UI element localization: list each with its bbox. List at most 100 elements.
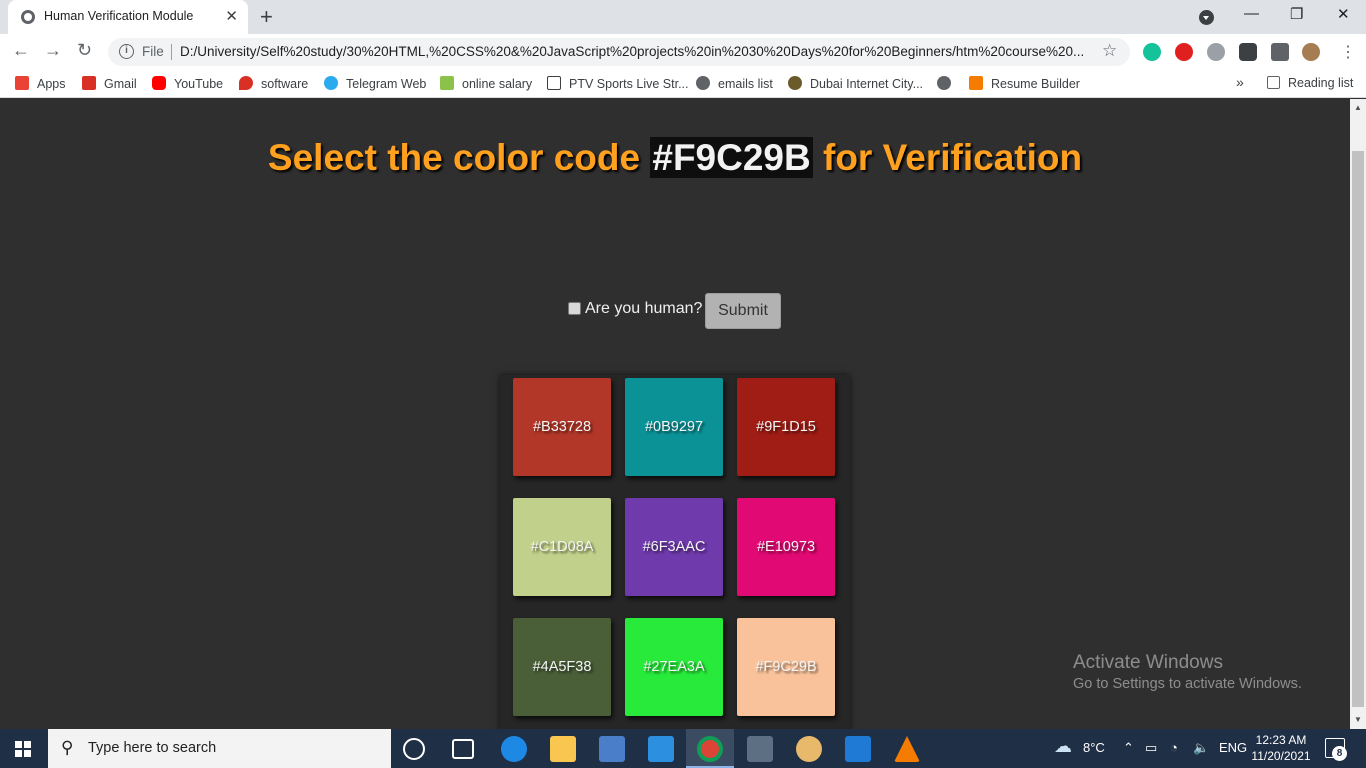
- bookmark-star-icon[interactable]: ☆: [1102, 41, 1117, 61]
- scroll-thumb[interactable]: [1352, 151, 1364, 707]
- url-scheme: File: [142, 44, 164, 59]
- checkbox-label: Are you human?: [585, 300, 703, 317]
- store-icon[interactable]: [599, 736, 625, 762]
- swatch-code: #F9C29B: [755, 659, 817, 675]
- search-placeholder: Type here to search: [88, 740, 217, 756]
- browser-toolbar: ← → ↻ i File D:/University/Self%20study/…: [0, 34, 1366, 70]
- weather-temperature[interactable]: 8°C: [1083, 740, 1105, 755]
- color-swatch[interactable]: #4A5F38: [513, 618, 611, 716]
- profile-avatar[interactable]: [1302, 43, 1320, 61]
- bookmark-software[interactable]: software: [239, 76, 308, 91]
- windows-start-icon[interactable]: [15, 741, 31, 757]
- restore-button[interactable]: ❐: [1290, 5, 1303, 23]
- search-icon: ⚲: [61, 738, 74, 757]
- salary-icon: [440, 76, 454, 90]
- grammarly-icon[interactable]: [1143, 43, 1161, 61]
- minimize-button[interactable]: —: [1244, 5, 1259, 22]
- extensions-puzzle-icon[interactable]: [1271, 43, 1289, 61]
- info-icon[interactable]: i: [119, 44, 134, 59]
- bookmark-youtube[interactable]: YouTube: [152, 76, 223, 91]
- page-heading: Select the color code #F9C29B for Verifi…: [0, 133, 1350, 182]
- activate-windows-watermark: Activate Windows Go to Settings to activ…: [1073, 652, 1302, 692]
- watermark-subtitle: Go to Settings to activate Windows.: [1073, 676, 1302, 692]
- bookmark-emails-list[interactable]: emails list: [696, 76, 773, 91]
- cortana-icon[interactable]: [403, 738, 425, 760]
- bookmark-resume-builder[interactable]: Resume Builder: [969, 76, 1080, 91]
- tab-close-icon[interactable]: ✕: [225, 7, 238, 25]
- apps-grid-icon: [15, 76, 29, 90]
- bookmark-ptv-sports[interactable]: PTV Sports Live Str...: [547, 76, 689, 91]
- file-explorer-icon[interactable]: [550, 736, 576, 762]
- bookmark-online-salary[interactable]: online salary: [440, 76, 532, 91]
- language-indicator[interactable]: ENG: [1219, 740, 1247, 755]
- color-swatch[interactable]: #0B9297: [625, 378, 723, 476]
- back-arrow-icon[interactable]: ←: [12, 40, 30, 61]
- submit-button[interactable]: Submit: [705, 293, 781, 329]
- bookmark-dubai-internet-city[interactable]: Dubai Internet City...: [788, 76, 923, 91]
- adblock-icon[interactable]: [1175, 43, 1193, 61]
- color-swatch[interactable]: #C1D08A: [513, 498, 611, 596]
- color-swatch[interactable]: #E10973: [737, 498, 835, 596]
- heading-suffix: for Verification: [812, 137, 1083, 178]
- page-scrollbar[interactable]: ▲ ▼: [1350, 99, 1366, 729]
- bookmark-globe[interactable]: [937, 76, 959, 91]
- swatch-code: #C1D08A: [530, 539, 594, 555]
- battery-icon[interactable]: ▭: [1145, 740, 1157, 756]
- swatch-code: #27EA3A: [643, 659, 705, 675]
- color-swatch[interactable]: #F9C29B: [737, 618, 835, 716]
- task-view-icon[interactable]: [452, 739, 474, 759]
- reading-list-icon: [1267, 76, 1280, 89]
- swatch-code: #B33728: [532, 419, 592, 435]
- color-swatch[interactable]: #6F3AAC: [625, 498, 723, 596]
- calculator-icon[interactable]: [747, 736, 773, 762]
- address-bar[interactable]: i File D:/University/Self%20study/30%20H…: [108, 38, 1130, 66]
- reload-icon[interactable]: ↻: [77, 40, 92, 61]
- show-hidden-icons-chevron-icon[interactable]: ⌃: [1123, 740, 1134, 756]
- forward-arrow-icon[interactable]: →: [44, 40, 62, 61]
- heading-prefix: Select the color code: [267, 137, 651, 178]
- vpn-globe-icon[interactable]: [1207, 43, 1225, 61]
- weather-cloud-icon[interactable]: ☁: [1054, 736, 1072, 757]
- globe-icon: [21, 10, 35, 24]
- menu-dots-icon[interactable]: ⋮: [1340, 42, 1356, 62]
- tv-icon: [547, 76, 561, 90]
- bookmarks-overflow-button[interactable]: »: [1236, 74, 1244, 90]
- chrome-icon: [697, 736, 723, 762]
- close-window-button[interactable]: ✕: [1337, 5, 1350, 23]
- chrome-taskbar-button[interactable]: [686, 729, 734, 768]
- scroll-down-arrow-icon[interactable]: ▼: [1354, 715, 1362, 724]
- scroll-up-arrow-icon[interactable]: ▲: [1354, 103, 1362, 112]
- tab-search-icon[interactable]: [1199, 10, 1214, 25]
- screen-record-icon[interactable]: [1239, 43, 1257, 61]
- url-text[interactable]: D:/University/Self%20study/30%20HTML,%20…: [180, 44, 1090, 59]
- bookmark-gmail[interactable]: Gmail: [82, 76, 137, 91]
- clock[interactable]: 12:23 AM 11/20/2021: [1250, 732, 1312, 764]
- swatch-code: #4A5F38: [532, 659, 592, 675]
- tab-title: Human Verification Module: [44, 9, 194, 23]
- color-swatch[interactable]: #B33728: [513, 378, 611, 476]
- browser-tab[interactable]: Human Verification Module ✕: [8, 0, 248, 34]
- flame-icon: [239, 76, 253, 90]
- reading-list-button[interactable]: Reading list: [1267, 76, 1353, 90]
- bookmark-telegram[interactable]: Telegram Web: [324, 76, 426, 91]
- new-tab-button[interactable]: +: [260, 4, 273, 30]
- color-swatch[interactable]: #9F1D15: [737, 378, 835, 476]
- mail-icon[interactable]: [648, 736, 674, 762]
- swatch-code: #9F1D15: [756, 419, 816, 435]
- human-checkbox[interactable]: [568, 302, 581, 315]
- wifi-icon[interactable]: ◔: [1170, 740, 1178, 755]
- edge-icon[interactable]: [501, 736, 527, 762]
- volume-icon[interactable]: 🔈: [1193, 740, 1209, 756]
- vscode-icon[interactable]: [845, 736, 871, 762]
- watermark-title: Activate Windows: [1073, 652, 1223, 673]
- color-grid: #B33728 #0B9297 #9F1D15 #C1D08A #6F3AAC …: [500, 375, 850, 729]
- color-swatch[interactable]: #27EA3A: [625, 618, 723, 716]
- url-divider: [171, 44, 172, 60]
- notification-count-badge: 8: [1332, 746, 1347, 761]
- clock-date: 11/20/2021: [1251, 749, 1311, 763]
- page-content: Select the color code #F9C29B for Verifi…: [0, 99, 1350, 729]
- vlc-icon[interactable]: [894, 736, 920, 762]
- taskbar-search-box[interactable]: ⚲ Type here to search: [48, 729, 391, 768]
- paint-icon[interactable]: [796, 736, 822, 762]
- bookmark-apps[interactable]: Apps: [15, 76, 66, 91]
